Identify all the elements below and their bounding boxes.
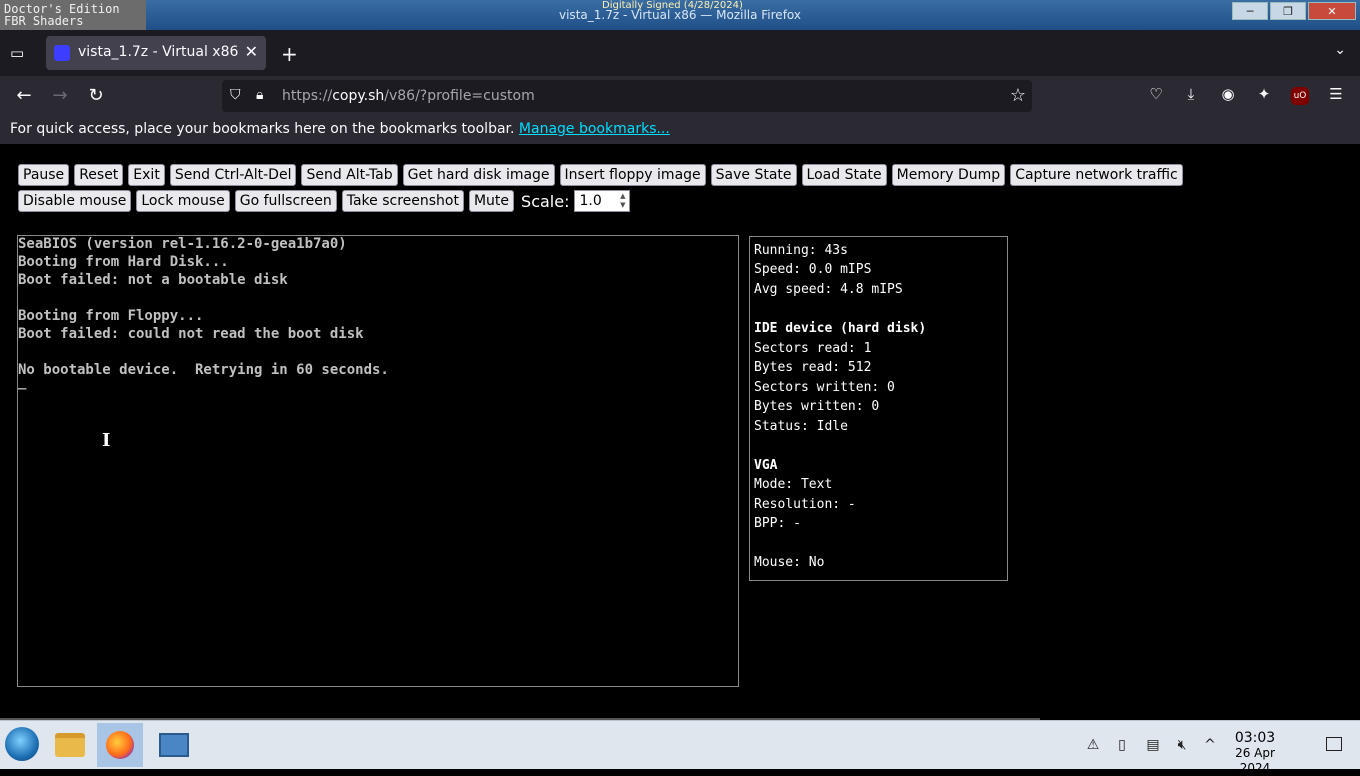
control-panel-icon [159,733,189,757]
emulator-screen[interactable]: SeaBIOS (version rel-1.16.2-0-gea1b7a0) … [17,235,739,687]
screen-line: Booting from Hard Disk... [18,254,229,270]
lock-icon[interactable]: 🔒︎ [256,87,263,103]
start-button[interactable] [5,727,39,761]
capture-network-traffic-button[interactable]: Capture network traffic [1010,164,1183,186]
vga-section-heading: VGA [754,458,778,473]
mouse-ibeam-cursor-icon: I [102,430,111,451]
list-all-tabs-icon[interactable]: ⌄ [1334,42,1346,58]
stat-mouse: Mouse: No [754,555,825,570]
manage-bookmarks-link[interactable]: Manage bookmarks... [519,121,670,137]
folder-icon [55,733,85,757]
account-icon[interactable]: ◉ [1216,85,1240,107]
send-alt-tab-button[interactable]: Send Alt-Tab [301,164,398,186]
scale-value: 1.0 [579,193,602,209]
stat-speed: Speed: 0.0 mIPS [754,262,872,277]
stat-bpp: BPP: - [754,516,801,531]
go-fullscreen-button[interactable]: Go fullscreen [234,190,337,212]
memory-dump-button[interactable]: Memory Dump [891,164,1006,186]
bookmark-star-icon[interactable]: ☆ [1010,85,1026,106]
minimize-button[interactable]: ─ [1232,2,1268,20]
take-screenshot-button[interactable]: Take screenshot [341,190,464,212]
clipboard-tray-icon[interactable]: ▤ [1144,737,1162,755]
stat-resolution: Resolution: - [754,497,856,512]
tab-label: vista_1.7z - Virtual x86 [78,44,239,60]
ublock-origin-icon[interactable]: uO [1291,87,1309,105]
taskbar: ⚠ ▯ ▤ 🔇︎ ^ 03:03 26 Apr 2024 [0,720,1360,775]
v86-favicon-icon [54,45,70,61]
reload-button[interactable]: ↻ [83,84,109,108]
taskbar-clock[interactable]: 03:03 26 Apr 2024 [1226,731,1284,776]
taskbar-control-panel[interactable] [151,723,197,767]
spinner-arrows-icon[interactable]: ▲ ▼ [620,192,625,210]
network-tray-icon[interactable]: ⚠ [1084,737,1102,755]
reset-button[interactable]: Reset [74,164,124,186]
bookmarks-toolbar-message: For quick access, place your bookmarks h… [10,121,670,137]
forward-button[interactable]: → [47,84,73,108]
close-window-button[interactable]: ✕ [1308,2,1356,20]
show-desktop-icon[interactable] [1326,737,1342,751]
stat-bytes-read: Bytes read: 512 [754,360,872,375]
downloads-icon[interactable]: ⤓ [1179,85,1203,107]
url-text[interactable]: https://copy.sh/v86/?profile=custom [282,88,535,104]
stat-status: Status: Idle [754,419,848,434]
stat-avg-speed: Avg speed: 4.8 mIPS [754,282,903,297]
bookmarks-toolbar: For quick access, place your bookmarks h… [0,116,1360,144]
get-hard-disk-image-button[interactable]: Get hard disk image [402,164,555,186]
stat-bytes-written: Bytes written: 0 [754,399,880,414]
back-button[interactable]: ← [11,84,37,108]
exit-button[interactable]: Exit [128,164,165,186]
screen-line: SeaBIOS (version rel-1.16.2-0-gea1b7a0) [18,236,347,252]
send-ctrl-alt-del-button[interactable]: Send Ctrl-Alt-Del [169,164,297,186]
url-bar[interactable]: ⛉ 🔒︎ https://copy.sh/v86/?profile=custom… [222,80,1032,112]
stat-sectors-read: Sectors read: 1 [754,341,872,356]
stat-mode: Mode: Text [754,477,833,492]
scale-input[interactable]: 1.0 ▲ ▼ [574,190,631,212]
page-content: Pause Reset Exit Send Ctrl-Alt-Del Send … [0,144,1360,721]
insert-floppy-image-button[interactable]: Insert floppy image [559,164,706,186]
volume-muted-icon[interactable]: 🔇︎ [1173,737,1191,755]
navigation-toolbar: ← → ↻ ⛉ 🔒︎ https://copy.sh/v86/?profile=… [0,76,1360,116]
taskbar-file-explorer[interactable] [47,723,93,767]
bookmarks-hint-text: For quick access, place your bookmarks h… [10,121,515,137]
tab-strip: ▭ vista_1.7z - Virtual x86 ✕ + ⌄ [0,30,1360,76]
signed-label: Digitally Signed (4/28/2024) [602,0,743,11]
disable-mouse-button[interactable]: Disable mouse [18,190,132,212]
pocket-icon[interactable]: ♡ [1144,85,1168,107]
hamburger-menu-icon[interactable]: ☰ [1324,85,1348,107]
load-state-button[interactable]: Load State [801,164,887,186]
window-controls: ─ ❐ ✕ [1232,2,1356,20]
scale-label: Scale: [521,191,570,211]
firefox-icon [106,731,134,759]
tracking-protection-shield-icon[interactable]: ⛉ [230,87,241,103]
screen-line: Booting from Floppy... [18,308,204,324]
stat-running: Running: 43s [754,243,848,258]
pause-button[interactable]: Pause [18,164,70,186]
lock-mouse-button[interactable]: Lock mouse [136,190,230,212]
text-cursor: _ [18,374,27,390]
taskbar-firefox[interactable] [97,723,143,767]
chevron-up-icon[interactable]: ^ [1201,737,1219,755]
clock-time: 03:03 [1234,730,1276,746]
maximize-button[interactable]: ❐ [1270,2,1306,20]
battery-tray-icon[interactable]: ▯ [1113,737,1131,755]
extensions-icon[interactable]: ✦ [1252,85,1276,107]
screen-line: Boot failed: not a bootable disk [18,272,288,288]
tab-close-icon[interactable]: ✕ [245,42,258,61]
emulator-controls: Pause Reset Exit Send Ctrl-Alt-Del Send … [18,164,1298,212]
firefox-view-icon[interactable]: ▭ [10,44,30,62]
screen-line: No bootable device. Retrying in 60 secon… [18,362,389,378]
save-state-button[interactable]: Save State [710,164,797,186]
mute-button[interactable]: Mute [468,190,515,212]
ide-section-heading: IDE device (hard disk) [754,321,927,336]
stats-panel: Running: 43s Speed: 0.0 mIPS Avg speed: … [749,236,1008,581]
screen-line: Boot failed: could not read the boot dis… [18,326,364,342]
clock-date: 26 Apr 2024 [1235,746,1275,775]
tab-virtual-x86[interactable]: vista_1.7z - Virtual x86 ✕ [46,36,266,70]
stat-sectors-written: Sectors written: 0 [754,380,895,395]
window-title-bar: Doctor's Edition FBR Shaders vista_1.7z … [0,0,1360,30]
new-tab-button[interactable]: + [281,42,298,66]
